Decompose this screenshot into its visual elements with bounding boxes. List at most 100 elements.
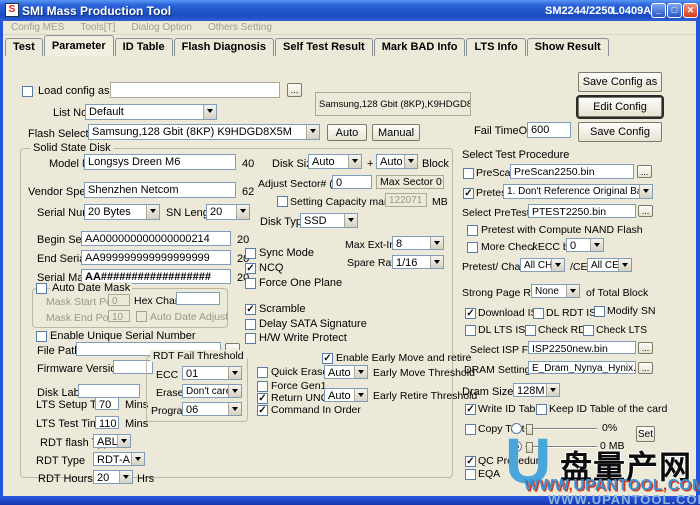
slider-thumb[interactable] (526, 442, 533, 453)
more-check-checkbox[interactable] (467, 242, 478, 253)
chevron-down-icon[interactable] (639, 185, 652, 198)
hex-char-field[interactable] (176, 292, 220, 305)
prescan-checkbox[interactable] (463, 168, 474, 179)
sync-mode-checkbox[interactable] (245, 248, 256, 259)
close-icon[interactable]: ✕ (683, 3, 698, 18)
tab-self-test-result[interactable]: Self Test Result (275, 38, 373, 56)
chevron-down-icon[interactable] (146, 205, 159, 219)
copy-test-checkbox[interactable] (465, 424, 476, 435)
dram-size-select[interactable]: 128M (513, 383, 560, 397)
chevron-down-icon[interactable] (348, 155, 361, 168)
tab-show-result[interactable]: Show Result (527, 38, 609, 56)
tab-flash-diagnosis[interactable]: Flash Diagnosis (174, 38, 274, 56)
chevron-down-icon[interactable] (551, 259, 564, 271)
pretest-checkbox[interactable] (463, 188, 474, 199)
isp-file-field[interactable]: ISP2250new.bin (528, 341, 636, 354)
write-id-table-checkbox[interactable] (465, 404, 476, 415)
browse-isp-button[interactable]: ... (638, 342, 653, 354)
disk-size-select[interactable]: Auto (308, 154, 362, 169)
early-move-threshold-select[interactable]: Auto (324, 365, 368, 379)
quick-erase-checkbox[interactable] (257, 367, 268, 378)
fail-timeout-field[interactable]: 600 (527, 122, 571, 138)
chevron-down-icon[interactable] (590, 239, 603, 251)
chevron-down-icon[interactable] (228, 403, 241, 415)
chevron-down-icon[interactable] (228, 367, 241, 379)
max-ext-select[interactable]: 8 (392, 236, 444, 250)
chevron-down-icon[interactable] (430, 256, 443, 268)
dram-setting-file-field[interactable]: E_Dram_Nynya_Hynix.bin (528, 361, 636, 374)
pretest-channel-select[interactable]: All CH (520, 258, 565, 272)
tab-mark-bad-info[interactable]: Mark BAD Info (374, 38, 466, 56)
chevron-down-icon[interactable] (344, 214, 357, 227)
slider-thumb[interactable] (526, 424, 533, 435)
browse-dram-button[interactable]: ... (638, 362, 653, 374)
copy-mb-slider[interactable] (525, 446, 597, 448)
chevron-down-icon[interactable] (430, 237, 443, 249)
dl-rdt-isp-checkbox[interactable] (533, 308, 544, 319)
menu-others-setting[interactable]: Others Setting (208, 22, 272, 33)
chevron-down-icon[interactable] (117, 435, 130, 447)
lts-setup-time-field[interactable]: 70 (95, 397, 119, 410)
model-name-field[interactable]: Longsys Dreen M6 (84, 154, 236, 170)
early-retire-threshold-select[interactable]: Auto (324, 388, 368, 402)
unique-serial-checkbox[interactable] (36, 331, 47, 342)
erase-select[interactable]: Don't care (182, 384, 242, 398)
chevron-down-icon[interactable] (354, 366, 367, 378)
chevron-down-icon[interactable] (306, 125, 319, 139)
disk-label-field[interactable] (78, 384, 140, 398)
menu-tools[interactable]: Tools[T] (80, 22, 115, 33)
flash-select-dropdown[interactable]: Samsung,128 Gbit (8KP) K9HDGD8X5M (88, 124, 320, 140)
spare-ratio-select[interactable]: 1/16 (392, 255, 444, 269)
command-in-order-checkbox[interactable] (257, 405, 268, 416)
download-isp-checkbox[interactable] (465, 308, 476, 319)
adjust-sector-field[interactable]: 0 (332, 175, 372, 189)
rdt-flash-type-select[interactable]: ABL (93, 434, 131, 448)
pretest-mode-select[interactable]: 1. Don't Reference Original Bad (503, 184, 653, 199)
tab-parameter[interactable]: Parameter (44, 35, 114, 56)
tab-lts-info[interactable]: LTS Info (466, 38, 525, 56)
end-serial-field[interactable]: AA999999999999999999 (81, 250, 231, 265)
chevron-down-icon[interactable] (546, 384, 559, 396)
force-one-plane-checkbox[interactable] (245, 278, 256, 289)
browse-pretest-button[interactable]: ... (638, 205, 653, 217)
chevron-down-icon[interactable] (119, 471, 132, 483)
sn-length-select[interactable]: 20 (206, 204, 250, 220)
check-rdt-checkbox[interactable] (525, 325, 536, 336)
chevron-down-icon[interactable] (354, 389, 367, 401)
serial-number-select[interactable]: 20 Bytes (84, 204, 160, 220)
maximize-icon[interactable]: □ (667, 3, 682, 18)
chevron-down-icon[interactable] (203, 105, 216, 119)
manual-button[interactable]: Manual (372, 124, 420, 141)
rdt-hours-select[interactable]: 20 (93, 470, 133, 484)
auto-button[interactable]: Auto (327, 124, 367, 141)
save-config-as-button[interactable]: Save Config as (578, 72, 662, 92)
vendor-specific-field[interactable]: Shenzhen Netcom (84, 182, 236, 198)
copy-percent-slider[interactable] (525, 428, 597, 430)
auto-date-mask-checkbox[interactable] (36, 283, 47, 294)
chevron-down-icon[interactable] (236, 205, 249, 219)
program-select[interactable]: 06 (182, 402, 242, 416)
chevron-down-icon[interactable] (228, 385, 241, 397)
prescan-file-field[interactable]: PreScan2250.bin (510, 164, 634, 179)
dl-lts-isp-checkbox[interactable] (465, 325, 476, 336)
tab-id-table[interactable]: ID Table (115, 38, 173, 56)
load-config-field[interactable] (110, 82, 280, 98)
force-gen1-checkbox[interactable] (257, 381, 268, 392)
load-config-checkbox[interactable] (22, 86, 33, 97)
ce-select[interactable]: All CE (587, 258, 632, 272)
menu-dialog-option[interactable]: Dialog Option (131, 22, 192, 33)
pretest-file-field[interactable]: PTEST2250.bin (528, 204, 636, 218)
ecc-bits-select[interactable]: 0 (566, 238, 604, 252)
disk-size-block-select[interactable]: Auto (376, 154, 418, 169)
lts-test-time-field[interactable]: 110 (95, 416, 119, 429)
disk-type-select[interactable]: SSD (300, 213, 358, 228)
modify-sn-checkbox[interactable] (594, 306, 605, 317)
set-button[interactable]: Set (636, 426, 655, 442)
tab-test[interactable]: Test (5, 38, 43, 56)
delay-sata-checkbox[interactable] (245, 319, 256, 330)
hw-write-protect-checkbox[interactable] (245, 333, 256, 344)
copy-percent-radio[interactable] (511, 423, 522, 434)
list-no-select[interactable]: Default (85, 104, 217, 120)
early-move-checkbox[interactable] (322, 353, 333, 364)
begin-serial-field[interactable]: AA000000000000000214 (81, 231, 231, 246)
